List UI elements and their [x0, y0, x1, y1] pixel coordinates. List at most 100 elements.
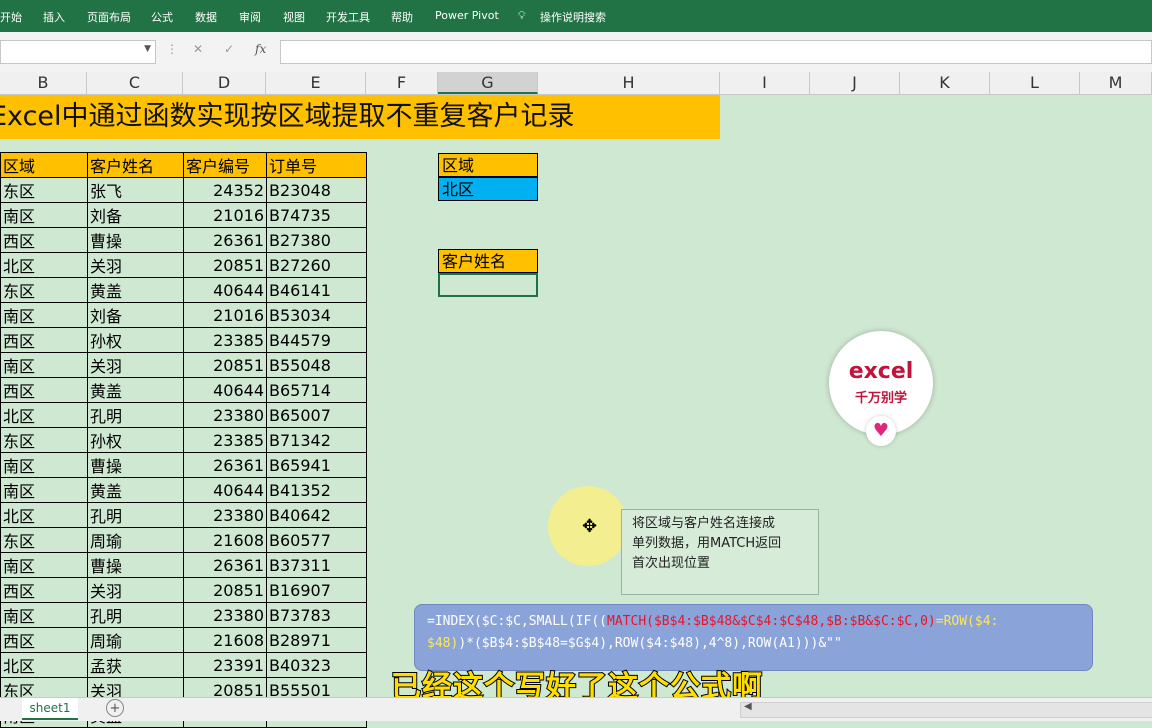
table-cell[interactable]: 关羽 — [87, 252, 184, 278]
table-cell[interactable]: 21608 — [183, 627, 267, 653]
scroll-left-icon[interactable]: ◀ — [744, 701, 752, 712]
column-header-j[interactable]: J — [810, 72, 900, 94]
table-cell[interactable]: B74735 — [266, 202, 367, 228]
table-cell[interactable]: 26361 — [183, 552, 267, 578]
criteria-label-cell[interactable]: 区域 — [438, 153, 538, 177]
table-cell[interactable]: B41352 — [266, 477, 367, 503]
table-cell[interactable]: 周瑜 — [87, 627, 184, 653]
table-cell[interactable]: B60577 — [266, 527, 367, 553]
table-cell[interactable]: 孔明 — [87, 602, 184, 628]
table-cell[interactable]: B55048 — [266, 352, 367, 378]
table-cell[interactable]: 北区 — [0, 402, 88, 428]
table-cell[interactable]: 孙权 — [87, 327, 184, 353]
table-cell[interactable]: 24352 — [183, 177, 267, 203]
table-cell[interactable]: 北区 — [0, 652, 88, 678]
column-header-g[interactable]: G — [438, 72, 538, 94]
table-cell[interactable]: 黄盖 — [87, 277, 184, 303]
table-cell[interactable]: 26361 — [183, 227, 267, 253]
add-sheet-button[interactable]: + — [106, 699, 124, 717]
table-cell[interactable]: 南区 — [0, 352, 88, 378]
table-cell[interactable]: 南区 — [0, 477, 88, 503]
table-cell[interactable]: 西区 — [0, 377, 88, 403]
table-cell[interactable]: 西区 — [0, 627, 88, 653]
table-cell[interactable]: 孟获 — [87, 652, 184, 678]
tab-review[interactable]: 审阅 — [239, 9, 261, 25]
table-cell[interactable]: 北区 — [0, 252, 88, 278]
check-icon[interactable]: ✓ — [224, 42, 234, 56]
table-cell[interactable]: B27260 — [266, 252, 367, 278]
tab-help[interactable]: 帮助 — [391, 9, 413, 25]
table-cell[interactable]: B16907 — [266, 577, 367, 603]
header-customer-id[interactable]: 客户编号 — [183, 152, 267, 178]
sheet-tab-sheet1[interactable]: sheet1 — [22, 698, 78, 720]
table-cell[interactable]: B28971 — [266, 627, 367, 653]
table-cell[interactable]: B73783 — [266, 602, 367, 628]
criteria-value-cell[interactable]: 北区 — [438, 177, 538, 201]
column-header-f[interactable]: F — [366, 72, 438, 94]
table-cell[interactable]: 曹操 — [87, 552, 184, 578]
table-cell[interactable]: B27380 — [266, 227, 367, 253]
tab-view[interactable]: 视图 — [283, 9, 305, 25]
table-cell[interactable]: 23385 — [183, 327, 267, 353]
table-cell[interactable]: 关羽 — [87, 352, 184, 378]
header-order-no[interactable]: 订单号 — [266, 152, 367, 178]
tab-power-pivot[interactable]: Power Pivot — [435, 9, 499, 22]
header-region[interactable]: 区域 — [0, 152, 88, 178]
table-cell[interactable]: 东区 — [0, 427, 88, 453]
column-header-e[interactable]: E — [266, 72, 366, 94]
table-cell[interactable]: 南区 — [0, 452, 88, 478]
table-cell[interactable]: 东区 — [0, 277, 88, 303]
table-cell[interactable]: 曹操 — [87, 452, 184, 478]
table-cell[interactable]: 20851 — [183, 352, 267, 378]
result-value-cell-selected[interactable] — [438, 273, 538, 297]
table-cell[interactable]: 40644 — [183, 277, 267, 303]
table-cell[interactable]: B23048 — [266, 177, 367, 203]
table-cell[interactable]: 21016 — [183, 302, 267, 328]
header-customer-name[interactable]: 客户姓名 — [87, 152, 184, 178]
name-box[interactable]: ▼ — [0, 40, 156, 64]
table-cell[interactable]: B65714 — [266, 377, 367, 403]
column-header-k[interactable]: K — [900, 72, 990, 94]
table-cell[interactable]: 西区 — [0, 327, 88, 353]
tab-insert[interactable]: 插入 — [43, 9, 65, 25]
table-cell[interactable]: 刘备 — [87, 202, 184, 228]
table-cell[interactable]: 26361 — [183, 452, 267, 478]
table-cell[interactable]: B46141 — [266, 277, 367, 303]
table-cell[interactable]: 西区 — [0, 227, 88, 253]
sheet-title[interactable]: Excel中通过函数实现按区域提取不重复客户记录 — [0, 95, 720, 139]
table-cell[interactable]: B71342 — [266, 427, 367, 453]
cancel-icon[interactable]: ✕ — [193, 42, 203, 56]
table-cell[interactable]: B53034 — [266, 302, 367, 328]
table-cell[interactable]: 南区 — [0, 202, 88, 228]
table-cell[interactable]: B40642 — [266, 502, 367, 528]
table-cell[interactable]: 孙权 — [87, 427, 184, 453]
horizontal-scrollbar[interactable]: ◀ — [740, 701, 1152, 718]
table-cell[interactable]: 23391 — [183, 652, 267, 678]
tell-me-search[interactable]: 操作说明搜索 — [540, 9, 606, 25]
table-cell[interactable]: 北区 — [0, 502, 88, 528]
column-header-c[interactable]: C — [87, 72, 183, 94]
table-cell[interactable]: 20851 — [183, 577, 267, 603]
table-cell[interactable]: 南区 — [0, 602, 88, 628]
table-cell[interactable]: 曹操 — [87, 227, 184, 253]
table-cell[interactable]: 刘备 — [87, 302, 184, 328]
table-cell[interactable]: B65941 — [266, 452, 367, 478]
table-cell[interactable]: 孔明 — [87, 402, 184, 428]
table-cell[interactable]: B37311 — [266, 552, 367, 578]
table-cell[interactable]: 23380 — [183, 402, 267, 428]
table-cell[interactable]: 西区 — [0, 577, 88, 603]
column-header-d[interactable]: D — [183, 72, 266, 94]
table-cell[interactable]: 东区 — [0, 177, 88, 203]
table-cell[interactable]: B65007 — [266, 402, 367, 428]
table-cell[interactable]: 40644 — [183, 477, 267, 503]
table-cell[interactable]: 东区 — [0, 527, 88, 553]
table-cell[interactable]: 23380 — [183, 602, 267, 628]
column-header-b[interactable]: B — [0, 72, 87, 94]
tab-data[interactable]: 数据 — [195, 9, 217, 25]
table-cell[interactable]: 关羽 — [87, 577, 184, 603]
formula-input[interactable] — [280, 40, 1152, 64]
table-cell[interactable]: B44579 — [266, 327, 367, 353]
table-cell[interactable]: 23380 — [183, 502, 267, 528]
table-cell[interactable]: 黄盖 — [87, 377, 184, 403]
table-cell[interactable]: 20851 — [183, 252, 267, 278]
